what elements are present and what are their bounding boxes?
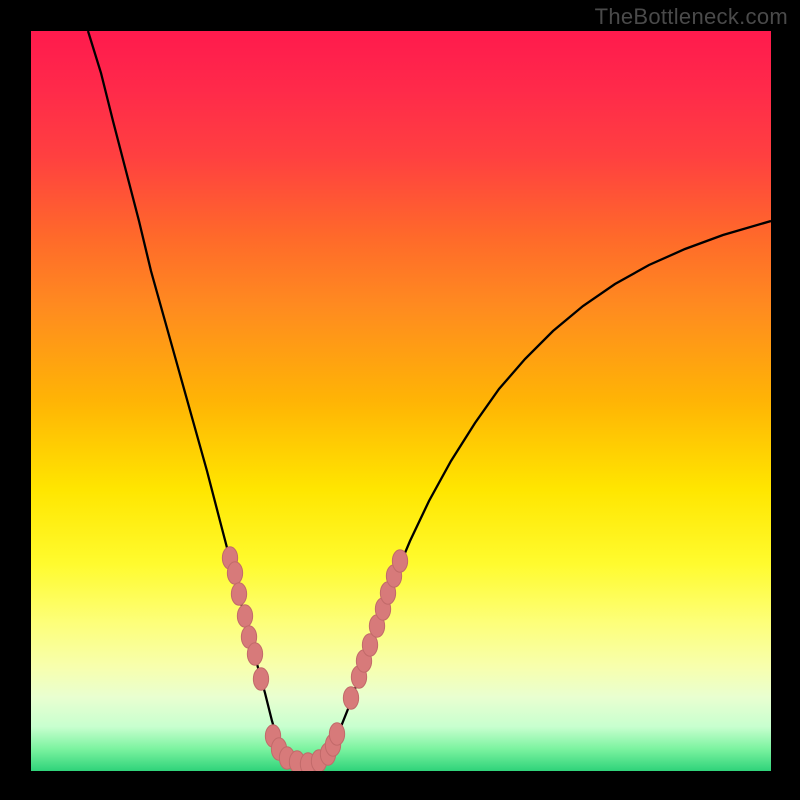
data-marker — [247, 643, 262, 666]
curve-right — [303, 221, 771, 763]
data-marker — [343, 687, 358, 710]
curve-left — [88, 31, 303, 763]
chart-stage: TheBottleneck.com — [0, 0, 800, 800]
data-marker — [392, 550, 407, 573]
plot-area — [31, 31, 771, 771]
data-marker — [253, 668, 268, 691]
data-marker — [237, 605, 252, 628]
data-marker — [231, 583, 246, 606]
watermark-text: TheBottleneck.com — [595, 4, 788, 30]
data-marker — [227, 562, 242, 585]
data-marker — [329, 723, 344, 746]
data-markers — [222, 547, 407, 771]
chart-svg — [31, 31, 771, 771]
